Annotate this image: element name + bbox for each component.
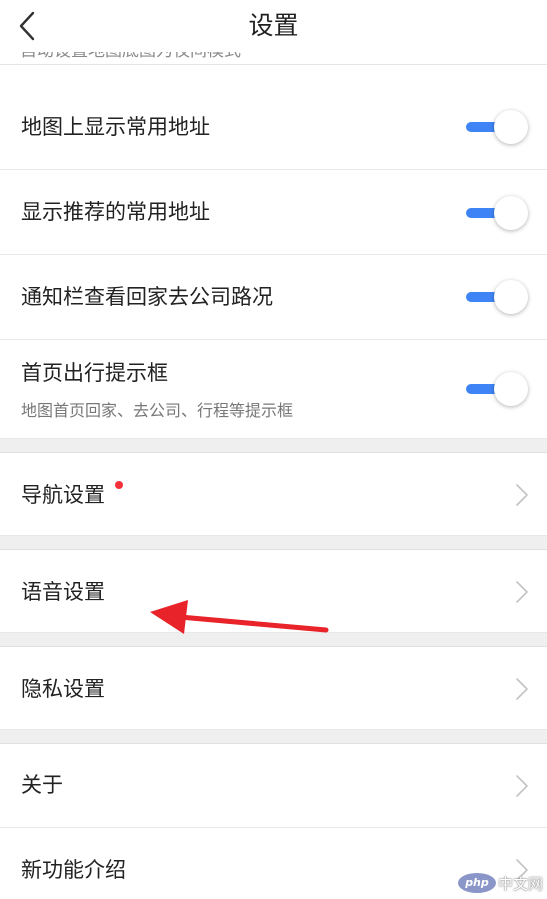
setting-label: 显示推荐的常用地址 [21, 200, 210, 224]
red-dot-badge [115, 481, 123, 489]
chevron-right-icon [515, 580, 529, 604]
top-bar: 设置 [0, 0, 547, 52]
setting-row-map-common-address[interactable]: 地图上显示常用地址 [0, 85, 547, 170]
watermark: php 中文网 [457, 871, 543, 895]
setting-row-recommended-address[interactable]: 显示推荐的常用地址 [0, 170, 547, 255]
setting-label: 语音设置 [21, 580, 105, 604]
section-gap [0, 439, 547, 453]
chevron-right-icon [515, 483, 529, 507]
setting-row-partial-label: 自动设置地图底图为夜间模式 [20, 52, 241, 62]
setting-label: 首页出行提示框 [21, 361, 168, 385]
php-logo: php [457, 873, 496, 893]
toggle-switch-on[interactable] [464, 372, 528, 406]
section-gap [0, 633, 547, 647]
toggle-knob [494, 372, 528, 406]
page-title: 设置 [248, 11, 299, 40]
toggle-switch-on[interactable] [464, 196, 528, 230]
setting-row-about[interactable]: 关于 [0, 744, 547, 828]
setting-label: 关于 [21, 773, 63, 797]
setting-label: 隐私设置 [21, 677, 105, 701]
setting-label: 通知栏查看回家去公司路况 [21, 285, 273, 309]
toggle-knob [494, 280, 528, 314]
setting-row-voice[interactable]: 语音设置 [0, 550, 547, 633]
chevron-right-icon [515, 677, 529, 701]
setting-row-homepage-prompt[interactable]: 首页出行提示框 地图首页回家、去公司、行程等提示框 [0, 340, 547, 439]
section-gap [0, 730, 547, 744]
setting-label: 新功能介绍 [21, 858, 126, 882]
section-gap [0, 536, 547, 550]
toggle-knob [494, 196, 528, 230]
chevron-right-icon [515, 774, 529, 798]
setting-label: 地图上显示常用地址 [21, 115, 210, 139]
setting-label: 导航设置 [21, 483, 105, 507]
setting-row-partial[interactable]: 自动设置地图底图为夜间模式 [0, 52, 547, 65]
toggle-switch-on[interactable] [464, 110, 528, 144]
setting-sublabel: 地图首页回家、去公司、行程等提示框 [21, 401, 294, 420]
watermark-text: 中文网 [497, 874, 543, 893]
setting-row-notification-traffic[interactable]: 通知栏查看回家去公司路况 [0, 255, 547, 340]
toggle-switch-on[interactable] [464, 280, 528, 314]
setting-row-privacy[interactable]: 隐私设置 [0, 647, 547, 730]
toggle-knob [494, 110, 528, 144]
setting-row-navigation[interactable]: 导航设置 [0, 453, 547, 536]
